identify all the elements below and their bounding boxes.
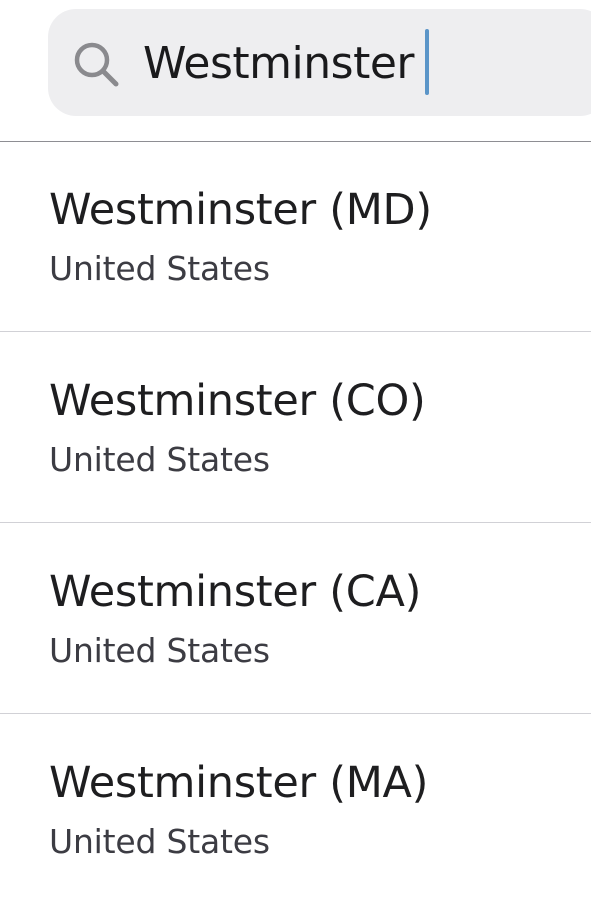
search-results-list: Westminster (MD) United States Westminst… [0, 141, 591, 901]
list-item[interactable]: Westminster (MA) United States [0, 714, 591, 901]
result-title: Westminster (MD) [49, 185, 432, 235]
search-input[interactable] [143, 26, 563, 100]
list-item[interactable]: Westminster (MD) United States [0, 141, 591, 332]
location-search-screen: Westminster (MD) United States Westminst… [0, 0, 591, 901]
list-item[interactable]: Westminster (CO) United States [0, 332, 591, 523]
result-subtitle: United States [49, 822, 270, 861]
result-subtitle: United States [49, 440, 270, 479]
result-subtitle: United States [49, 249, 270, 288]
list-item[interactable]: Westminster (CA) United States [0, 523, 591, 714]
result-subtitle: United States [49, 631, 270, 670]
text-cursor [425, 29, 429, 95]
result-title: Westminster (MA) [49, 758, 429, 808]
search-bar-area [0, 0, 591, 141]
search-icon [74, 42, 119, 87]
result-title: Westminster (CA) [49, 567, 422, 617]
result-title: Westminster (CO) [49, 376, 426, 426]
